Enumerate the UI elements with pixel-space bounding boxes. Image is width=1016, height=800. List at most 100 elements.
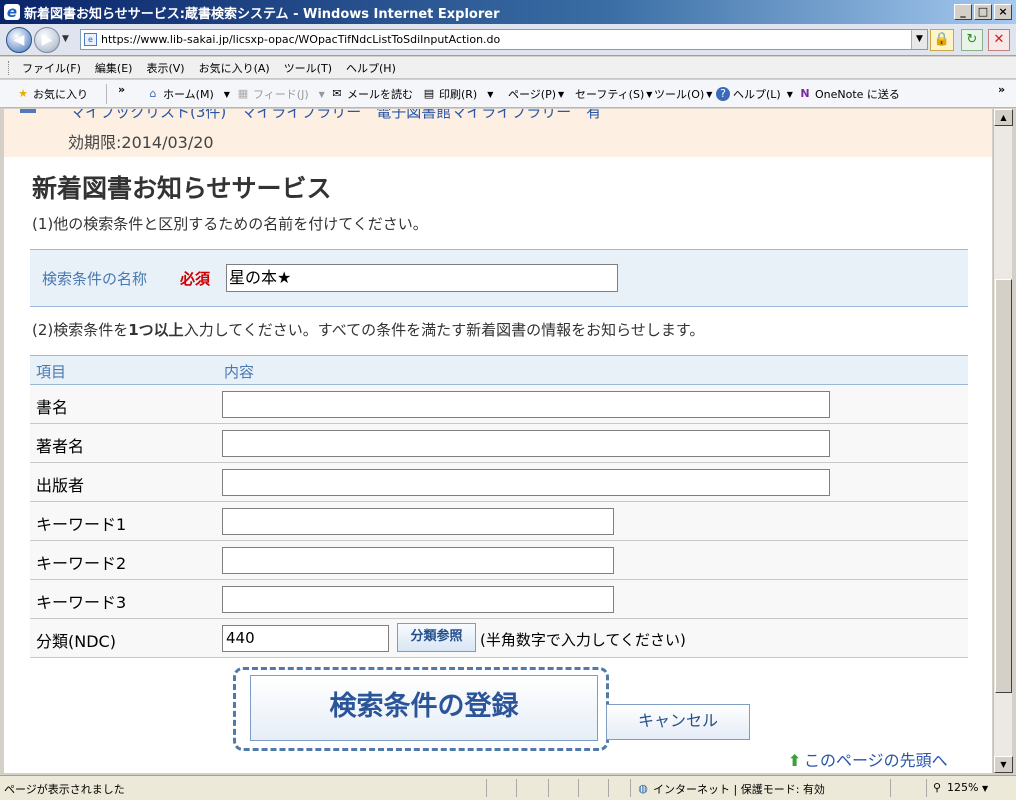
zoom-control[interactable]: ⚲ 125% ▼	[930, 781, 988, 795]
zone-label: インターネット | 保護モード: 有効	[653, 783, 825, 796]
stop-button[interactable]: ✕	[988, 29, 1010, 51]
scroll-down-icon[interactable]: ▼	[994, 756, 1013, 773]
col-content-header: 内容	[224, 363, 255, 381]
chevron-more-icon[interactable]: »	[118, 83, 125, 96]
feed-icon: ▦	[237, 87, 249, 100]
vertical-scrollbar[interactable]: ▲ ▼	[993, 109, 1013, 773]
window-title: 新着図書お知らせサービス:蔵書検索システム - Windows Internet…	[24, 6, 500, 22]
feed-button[interactable]: ▦ フィード(J) ▼	[236, 86, 325, 102]
table-row-keyword2: キーワード2	[30, 541, 968, 580]
condition-name-row: 検索条件の名称 必須 星の本★	[30, 249, 968, 307]
print-button[interactable]: ▤ 印刷(R) ▼	[422, 86, 494, 102]
command-bar: ★ お気に入り » ⌂ ホーム(M) ▼ ▦ フィード(J) ▼ ✉ メールを読む ▤ 印刷(…	[0, 80, 1016, 108]
table-row-title: 書名	[30, 385, 968, 424]
scroll-up-icon[interactable]: ▲	[994, 109, 1013, 126]
menu-favorites[interactable]: お気に入り(A)	[192, 60, 277, 76]
menu-edit[interactable]: 編集(E)	[88, 60, 140, 76]
refresh-button[interactable]: ↻	[961, 29, 983, 51]
chevron-more-right-icon[interactable]: »	[998, 83, 1005, 96]
onenote-label: OneNote に送る	[815, 88, 900, 101]
ie-logo-icon: e	[4, 4, 20, 20]
register-button[interactable]: 検索条件の登録	[250, 675, 598, 741]
home-icon: ⌂	[149, 87, 157, 100]
favorites-label: お気に入り	[33, 88, 88, 101]
col-item-header: 項目	[36, 363, 67, 381]
table-row-keyword3: キーワード3	[30, 580, 968, 619]
row-label: キーワード1	[36, 515, 127, 534]
menu-tools[interactable]: ツール(T)	[277, 60, 339, 76]
condition-table: 項目 内容 書名 著者名 出版者 キーワード1 キーワード2 キーワード3 分類	[30, 355, 968, 658]
scroll-thumb[interactable]	[995, 279, 1012, 693]
onenote-button[interactable]: N OneNote に送る	[798, 86, 900, 102]
table-row-keyword1: キーワード1	[30, 502, 968, 541]
status-bar: ページが表示されました ◍ インターネット | 保護モード: 有効 ⚲ 125% ▼	[0, 775, 1016, 800]
maximize-button[interactable]: □	[974, 4, 992, 20]
security-zone[interactable]: ◍ インターネット | 保護モード: 有効	[636, 781, 825, 797]
menu-help[interactable]: ヘルプ(H)	[339, 60, 403, 76]
page-top-label: このページの先頭へ	[804, 751, 948, 770]
keyword2-input[interactable]	[222, 547, 614, 574]
user-info-band: マイブックリスト(3件) マイライブラリー 電子図書館マイライブラリー 有 効期…	[4, 109, 992, 157]
feed-label: フィード(J)	[253, 88, 309, 101]
ndc-input[interactable]: 440	[222, 625, 389, 652]
band-tab-marker	[20, 109, 36, 113]
page-top-link[interactable]: ⬆ このページの先頭へ	[788, 747, 948, 771]
page-title: 新着図書お知らせサービス	[32, 174, 332, 203]
instruction-2: (2)検索条件を1つ以上入力してください。すべての条件を満たす新着図書の情報をお…	[32, 321, 705, 339]
page-menu-button[interactable]: ページ(P) ▼	[508, 86, 564, 102]
row-label: キーワード2	[36, 554, 127, 573]
row-label: キーワード3	[36, 593, 127, 612]
help-icon: ?	[716, 87, 730, 101]
help-menu-button[interactable]: ? ヘルプ(L) ▼	[716, 86, 793, 102]
row-label: 分類(NDC)	[36, 632, 116, 651]
zoom-level: 125%	[947, 781, 979, 794]
tools-menu-button[interactable]: ツール(O) ▼	[654, 86, 712, 102]
mylibrary-links[interactable]: マイブックリスト(3件) マイライブラリー 電子図書館マイライブラリー 有	[70, 109, 601, 122]
instruction-1: (1)他の検索条件と区別するための名前を付けてください。	[32, 215, 428, 233]
mail-label: メールを読む	[347, 88, 413, 101]
print-label: 印刷(R)	[439, 88, 478, 101]
page-label: ページ(P)	[508, 88, 556, 101]
publisher-input[interactable]	[222, 469, 830, 496]
forward-button[interactable]: ▶	[34, 27, 60, 53]
row-label: 著者名	[36, 437, 85, 456]
mail-button[interactable]: ✉ メールを読む	[330, 86, 413, 102]
row-label: 出版者	[36, 476, 85, 495]
author-input[interactable]	[222, 430, 830, 457]
title-input[interactable]	[222, 391, 830, 418]
help-label: ヘルプ(L)	[733, 88, 781, 101]
condition-name-label: 検索条件の名称	[42, 270, 148, 288]
cancel-button[interactable]: キャンセル	[606, 704, 750, 740]
ndc-hint: (半角数字で入力してください)	[480, 631, 686, 649]
close-window-button[interactable]: ×	[994, 4, 1012, 20]
row-label: 書名	[36, 398, 69, 417]
condition-name-input[interactable]: 星の本★	[226, 264, 618, 292]
address-dropdown-icon[interactable]: ▼	[911, 30, 927, 49]
safety-menu-button[interactable]: セーフティ(S) ▼	[575, 86, 652, 102]
minimize-button[interactable]: _	[954, 4, 972, 20]
mail-icon: ✉	[332, 87, 342, 100]
zoom-icon: ⚲	[932, 781, 942, 794]
table-header: 項目 内容	[30, 355, 968, 385]
keyword1-input[interactable]	[222, 508, 614, 535]
menu-grip	[8, 60, 11, 75]
menu-bar: ファイル(F) 編集(E) 表示(V) お気に入り(A) ツール(T) ヘルプ(…	[0, 57, 1016, 79]
onenote-icon: N	[800, 87, 810, 100]
lock-icon[interactable]: 🔒	[930, 29, 954, 51]
favorites-button[interactable]: ★ お気に入り	[16, 86, 88, 102]
menu-view[interactable]: 表示(V)	[139, 60, 191, 76]
required-badge: 必須	[180, 270, 211, 288]
address-row: ◀ ▶ ▼ e https://www.lib-sakai.jp/licsxp-…	[0, 24, 1016, 56]
home-button[interactable]: ⌂ ホーム(M) ▼	[146, 86, 230, 102]
keyword3-input[interactable]	[222, 586, 614, 613]
expiry-date: 効期限:2014/03/20	[68, 133, 214, 152]
menu-file[interactable]: ファイル(F)	[15, 60, 88, 76]
address-bar[interactable]: e https://www.lib-sakai.jp/licsxp-opac/W…	[80, 29, 928, 50]
status-text: ページが表示されました	[4, 783, 125, 796]
globe-icon: ◍	[638, 782, 648, 795]
back-button[interactable]: ◀	[6, 27, 32, 53]
window-title-bar: e 新着図書お知らせサービス:蔵書検索システム - Windows Intern…	[0, 0, 1016, 24]
history-dropdown-icon[interactable]: ▼	[62, 34, 69, 44]
address-url: https://www.lib-sakai.jp/licsxp-opac/WOp…	[101, 33, 501, 46]
ndc-browse-button[interactable]: 分類参照	[397, 623, 476, 652]
